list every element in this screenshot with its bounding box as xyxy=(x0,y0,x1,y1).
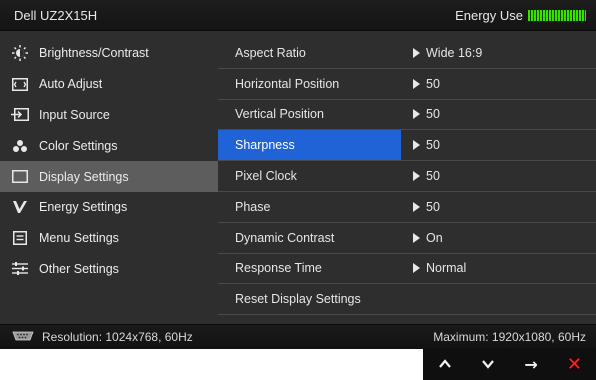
display-settings-panel: Aspect Ratio Wide 16:9 Horizontal Positi… xyxy=(218,38,596,316)
color-settings-icon xyxy=(11,139,29,153)
setting-phase[interactable]: Phase 50 xyxy=(218,192,596,223)
menu-item-label: Display Settings xyxy=(39,169,129,184)
menu-item-label: Input Source xyxy=(39,107,110,122)
menu-item-label: Auto Adjust xyxy=(39,77,103,92)
setting-name: Phase xyxy=(235,199,271,214)
setting-value: 50 xyxy=(401,169,440,183)
setting-value-text: 50 xyxy=(426,169,440,184)
setting-name: Response Time xyxy=(235,261,322,276)
setting-horizontal-position[interactable]: Horizontal Position 50 xyxy=(218,69,596,100)
setting-value-text: 50 xyxy=(426,76,440,91)
setting-value: 50 xyxy=(401,107,440,121)
setting-aspect-ratio[interactable]: Aspect Ratio Wide 16:9 xyxy=(218,38,596,69)
menu-item-auto-adjust[interactable]: Auto Adjust xyxy=(0,69,218,100)
resolution-text: Resolution: 1024x768, 60Hz xyxy=(42,330,193,344)
menu-settings-icon xyxy=(11,231,29,246)
status-bar: Resolution: 1024x768, 60Hz Maximum: 1920… xyxy=(0,324,596,349)
input-source-icon xyxy=(11,108,29,122)
right-arrow-icon[interactable]: → xyxy=(517,352,545,376)
other-settings-icon xyxy=(11,262,29,276)
menu-item-label: Menu Settings xyxy=(39,231,119,246)
arrow-right-icon xyxy=(413,140,420,151)
up-arrow-icon[interactable] xyxy=(431,352,459,376)
menu-item-label: Energy Settings xyxy=(39,200,128,215)
setting-value: 50 xyxy=(401,77,440,91)
maximum-resolution: Maximum: 1920x1080, 60Hz xyxy=(433,330,586,344)
display-settings-icon xyxy=(11,170,29,184)
setting-value: 50 xyxy=(401,138,440,152)
setting-name: Sharpness xyxy=(218,130,401,161)
setting-vertical-position[interactable]: Vertical Position 50 xyxy=(218,100,596,131)
main-menu: Brightness/Contrast Auto Adjust Input So… xyxy=(0,38,218,284)
auto-adjust-icon xyxy=(11,77,29,91)
setting-name: Pixel Clock xyxy=(235,169,297,184)
setting-pixel-clock[interactable]: Pixel Clock 50 xyxy=(218,161,596,192)
setting-value-text: 50 xyxy=(426,107,440,122)
setting-value-text: On xyxy=(426,230,443,245)
setting-name: Reset Display Settings xyxy=(235,292,361,307)
energy-settings-icon xyxy=(11,200,29,214)
osd-window: Dell UZ2X15H Energy Use Brightness/Contr… xyxy=(0,0,596,349)
setting-value: 50 xyxy=(401,200,440,214)
setting-sharpness[interactable]: Sharpness 50 xyxy=(218,130,596,162)
arrow-right-icon xyxy=(413,47,420,58)
arrow-right-icon xyxy=(413,263,420,274)
model-name: Dell UZ2X15H xyxy=(14,8,98,23)
arrow-right-icon xyxy=(413,232,420,243)
menu-item-color-settings[interactable]: Color Settings xyxy=(0,130,218,161)
setting-name: Horizontal Position xyxy=(235,76,340,91)
title-bar: Dell UZ2X15H Energy Use xyxy=(0,0,596,31)
setting-name: Vertical Position xyxy=(235,107,324,122)
setting-name: Aspect Ratio xyxy=(235,45,306,60)
close-icon[interactable]: ✕ xyxy=(560,352,588,376)
setting-name: Dynamic Contrast xyxy=(235,230,335,245)
down-arrow-icon[interactable] xyxy=(474,352,502,376)
menu-item-menu-settings[interactable]: Menu Settings xyxy=(0,223,218,254)
menu-item-brightness-contrast[interactable]: Brightness/Contrast xyxy=(0,38,218,69)
brightness-icon xyxy=(11,45,29,62)
menu-item-label: Other Settings xyxy=(39,261,119,276)
menu-item-display-settings[interactable]: Display Settings xyxy=(0,161,218,192)
current-resolution: Resolution: 1024x768, 60Hz xyxy=(12,330,193,344)
video-connector-icon xyxy=(12,330,34,344)
setting-value-text: Wide 16:9 xyxy=(426,45,483,60)
menu-item-other-settings[interactable]: Other Settings xyxy=(0,254,218,285)
menu-item-input-source[interactable]: Input Source xyxy=(0,100,218,131)
setting-value: Wide 16:9 xyxy=(401,46,482,60)
setting-value: On xyxy=(401,231,443,245)
arrow-right-icon xyxy=(413,201,420,212)
arrow-right-icon xyxy=(413,171,420,182)
setting-response-time[interactable]: Response Time Normal xyxy=(218,254,596,285)
energy-use-meter xyxy=(528,10,586,21)
setting-reset-display-settings[interactable]: Reset Display Settings xyxy=(218,284,596,316)
energy-use: Energy Use xyxy=(455,8,586,23)
setting-value-text: 50 xyxy=(426,199,440,214)
menu-item-energy-settings[interactable]: Energy Settings xyxy=(0,192,218,223)
setting-value: Normal xyxy=(401,261,466,275)
setting-value-text: Normal xyxy=(426,261,467,276)
setting-value-text: 50 xyxy=(426,138,440,153)
menu-item-label: Color Settings xyxy=(39,138,118,153)
button-guide-bar: → ✕ xyxy=(423,348,596,380)
setting-dynamic-contrast[interactable]: Dynamic Contrast On xyxy=(218,223,596,254)
energy-use-label: Energy Use xyxy=(455,8,523,23)
arrow-right-icon xyxy=(413,78,420,89)
arrow-right-icon xyxy=(413,109,420,120)
menu-item-label: Brightness/Contrast xyxy=(39,46,149,61)
